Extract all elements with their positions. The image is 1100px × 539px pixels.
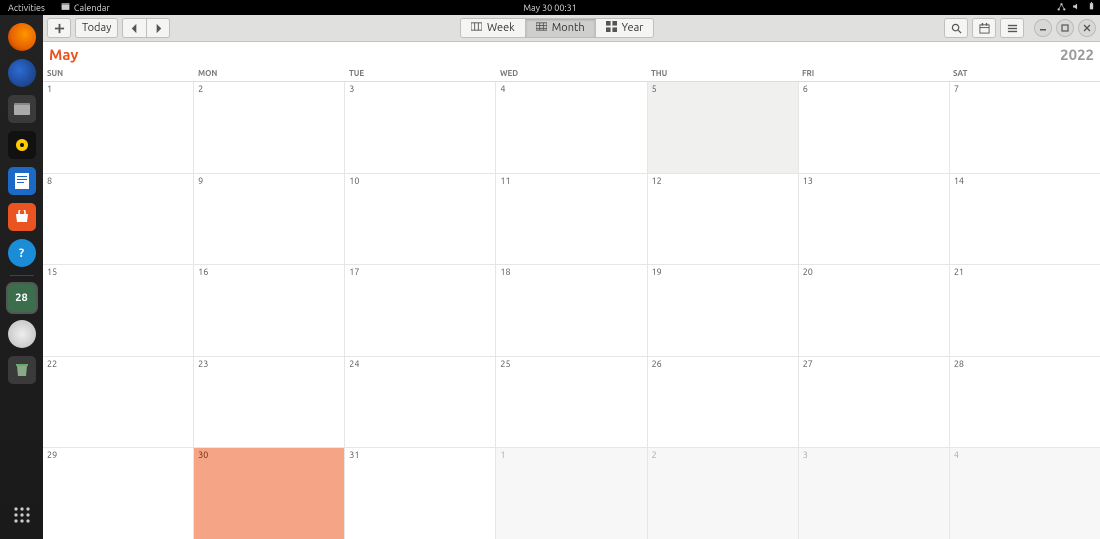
dock-separator <box>10 275 34 276</box>
day-cell[interactable]: 11 <box>496 174 647 265</box>
show-applications[interactable] <box>8 501 36 529</box>
weekday-label: WED <box>496 66 647 81</box>
dock-rhythmbox[interactable] <box>8 131 36 159</box>
day-cell[interactable]: 29 <box>43 448 194 539</box>
day-cell[interactable]: 31 <box>345 448 496 539</box>
week-row: 22232425262728 <box>43 357 1100 449</box>
calendar-toolbar: Today Week Month Year <box>43 15 1100 42</box>
today-button[interactable]: Today <box>75 18 118 38</box>
month-grid: 1234567891011121314151617181920212223242… <box>43 82 1100 539</box>
day-cell[interactable]: 22 <box>43 357 194 448</box>
day-cell[interactable]: 12 <box>648 174 799 265</box>
dock-writer[interactable] <box>8 167 36 195</box>
weekday-header: SUNMONTUEWEDTHUFRISAT <box>43 66 1100 82</box>
day-cell[interactable]: 3 <box>345 82 496 173</box>
day-cell[interactable]: 18 <box>496 265 647 356</box>
view-week-label: Week <box>487 22 515 34</box>
view-switcher: Week Month Year <box>460 18 654 38</box>
window-maximize[interactable] <box>1056 19 1074 37</box>
month-view-icon <box>536 21 547 35</box>
day-cell[interactable]: 14 <box>950 174 1100 265</box>
weekday-label: THU <box>647 66 798 81</box>
month-label: May <box>49 46 78 63</box>
dock-help[interactable]: ? <box>8 239 36 267</box>
day-cell[interactable]: 21 <box>950 265 1100 356</box>
dock-calendar[interactable]: 28 <box>8 284 36 312</box>
dock-disk[interactable] <box>8 320 36 348</box>
dock: ? 28 <box>0 15 43 539</box>
app-menu[interactable]: Calendar <box>53 0 118 15</box>
day-cell[interactable]: 7 <box>950 82 1100 173</box>
calendar-header: May 2022 <box>43 42 1100 66</box>
day-cell[interactable]: 5 <box>648 82 799 173</box>
week-row: 1234567 <box>43 82 1100 174</box>
dock-thunderbird[interactable] <box>8 59 36 87</box>
day-cell[interactable]: 2 <box>648 448 799 539</box>
day-cell[interactable]: 23 <box>194 357 345 448</box>
hamburger-menu[interactable] <box>1000 18 1024 38</box>
new-event-button[interactable] <box>47 18 71 38</box>
day-cell[interactable]: 6 <box>799 82 950 173</box>
year-label: 2022 <box>1060 46 1094 63</box>
week-row: 15161718192021 <box>43 265 1100 357</box>
day-cell[interactable]: 13 <box>799 174 950 265</box>
week-view-icon <box>471 21 482 35</box>
calendar-window: Today Week Month Year <box>43 15 1100 539</box>
day-cell[interactable]: 20 <box>799 265 950 356</box>
dock-trash[interactable] <box>8 356 36 384</box>
view-year-label: Year <box>622 22 644 34</box>
year-view-icon <box>606 21 617 35</box>
network-icon[interactable] <box>1057 2 1066 13</box>
weekday-label: SUN <box>43 66 194 81</box>
activities-button[interactable]: Activities <box>0 0 53 15</box>
view-month[interactable]: Month <box>525 18 595 38</box>
gnome-topbar: Activities Calendar May 30 00:31 <box>0 0 1100 15</box>
search-button[interactable] <box>944 18 968 38</box>
view-week[interactable]: Week <box>460 18 525 38</box>
day-cell[interactable]: 15 <box>43 265 194 356</box>
dock-firefox[interactable] <box>8 23 36 51</box>
day-cell[interactable]: 9 <box>194 174 345 265</box>
day-cell[interactable]: 2 <box>194 82 345 173</box>
weekday-label: FRI <box>798 66 949 81</box>
day-cell[interactable]: 26 <box>648 357 799 448</box>
day-cell[interactable]: 25 <box>496 357 647 448</box>
weekday-label: SAT <box>949 66 1100 81</box>
day-cell[interactable]: 10 <box>345 174 496 265</box>
weekday-label: TUE <box>345 66 496 81</box>
day-cell[interactable]: 8 <box>43 174 194 265</box>
day-cell[interactable]: 3 <box>799 448 950 539</box>
day-cell[interactable]: 19 <box>648 265 799 356</box>
power-icon[interactable] <box>1087 2 1096 13</box>
day-cell[interactable]: 1 <box>496 448 647 539</box>
volume-icon[interactable] <box>1072 2 1081 13</box>
weekday-label: MON <box>194 66 345 81</box>
day-cell[interactable]: 17 <box>345 265 496 356</box>
day-cell[interactable]: 24 <box>345 357 496 448</box>
week-row: 891011121314 <box>43 174 1100 266</box>
calendar-mini-icon <box>61 2 70 13</box>
view-year[interactable]: Year <box>595 18 655 38</box>
day-cell[interactable]: 27 <box>799 357 950 448</box>
view-month-label: Month <box>552 22 585 34</box>
day-cell[interactable]: 16 <box>194 265 345 356</box>
week-row: 2930311234 <box>43 448 1100 539</box>
day-cell[interactable]: 4 <box>950 448 1100 539</box>
day-cell[interactable]: 30 <box>194 448 345 539</box>
dock-software[interactable] <box>8 203 36 231</box>
jump-to-date-button[interactable] <box>972 18 996 38</box>
window-close[interactable] <box>1078 19 1096 37</box>
prev-button[interactable] <box>122 18 146 38</box>
day-cell[interactable]: 4 <box>496 82 647 173</box>
app-menu-label: Calendar <box>74 3 110 13</box>
dock-files[interactable] <box>8 95 36 123</box>
day-cell[interactable]: 1 <box>43 82 194 173</box>
day-cell[interactable]: 28 <box>950 357 1100 448</box>
next-button[interactable] <box>146 18 170 38</box>
window-minimize[interactable] <box>1034 19 1052 37</box>
clock[interactable]: May 30 00:31 <box>515 0 585 15</box>
